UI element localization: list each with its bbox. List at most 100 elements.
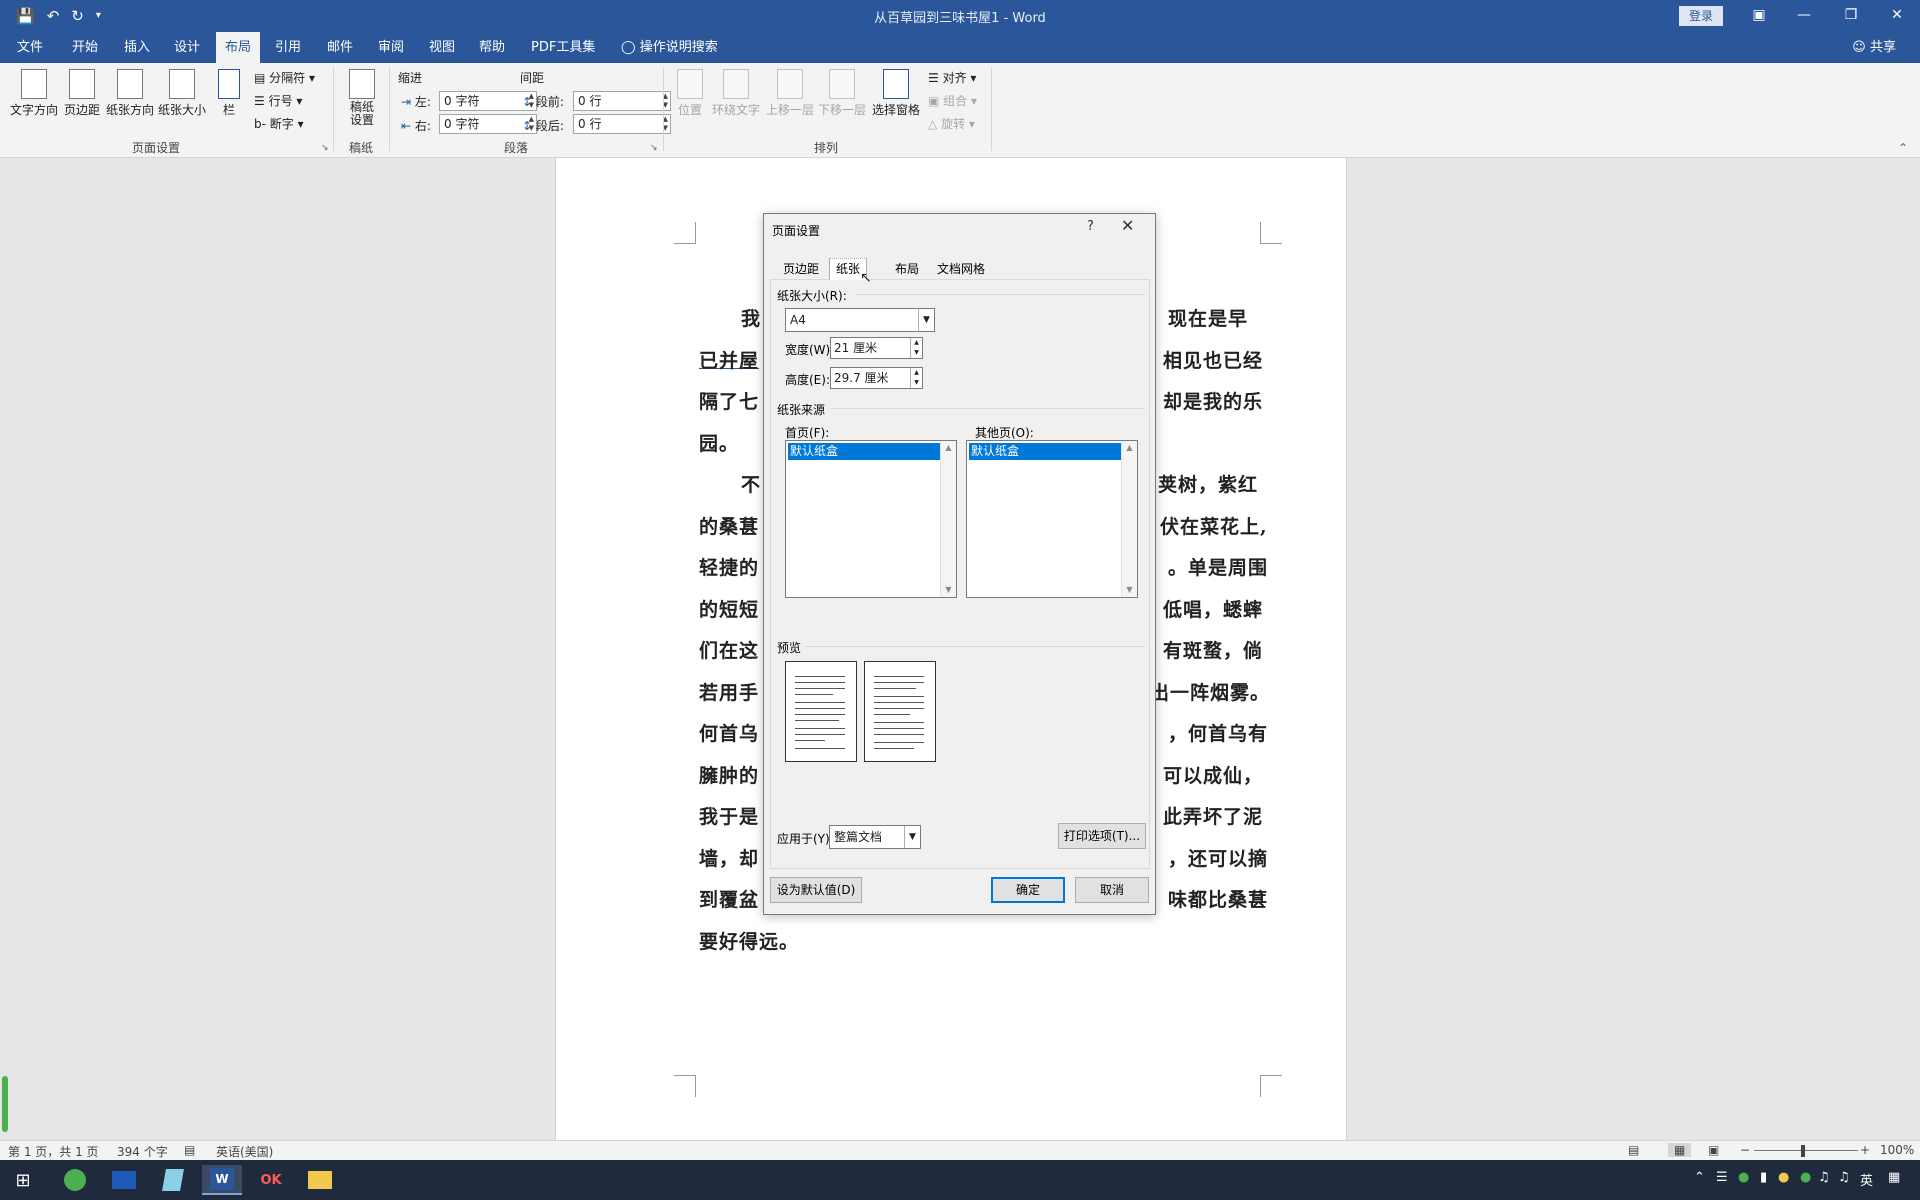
scroll-down-icon[interactable]: ▼ [1122, 583, 1137, 597]
zoom-level[interactable]: 100% [1880, 1143, 1914, 1157]
help-button[interactable]: ? [1087, 219, 1094, 234]
group-objects-button[interactable]: ▣ 组合 ▾ [928, 92, 977, 109]
file-explorer-icon[interactable] [300, 1165, 340, 1195]
spin-up-icon[interactable]: ▲ [910, 338, 922, 348]
chevron-down-icon[interactable]: ▼ [918, 309, 934, 331]
restore-icon[interactable]: ❐ [1828, 0, 1874, 32]
paragraph-launcher-icon[interactable]: ↘ [650, 143, 658, 153]
ime-mode-icon[interactable]: ▦ [1888, 1170, 1900, 1185]
close-window-icon[interactable]: ✕ [1874, 0, 1920, 32]
windows-start-icon[interactable]: ⊞ [3, 1165, 43, 1195]
paper-size-button[interactable]: 纸张大小 [156, 69, 208, 118]
tell-me-search[interactable]: ◯ 操作说明搜索 [612, 32, 727, 63]
tab-layout[interactable]: 布局 [888, 258, 926, 280]
collapse-ribbon-icon[interactable]: ⌃ [1898, 141, 1908, 155]
page-count[interactable]: 第 1 页，共 1 页 [8, 1143, 99, 1160]
proofing-icon[interactable]: ▤ [184, 1143, 195, 1157]
zoom-slider-thumb[interactable] [1801, 1145, 1805, 1157]
volume-icon[interactable]: ♫ [1838, 1170, 1850, 1185]
browser-icon[interactable] [55, 1165, 95, 1195]
scroll-up-icon[interactable]: ▲ [941, 441, 956, 455]
microphone-icon[interactable]: ♫ [1818, 1170, 1830, 1185]
spin-down-icon[interactable]: ▼ [910, 348, 922, 358]
read-mode-icon[interactable]: ▤ [1628, 1143, 1639, 1157]
network-icon[interactable]: ☰ [1716, 1170, 1728, 1185]
tab-pdf-tools[interactable]: PDF工具集 [522, 32, 604, 63]
chevron-up-icon[interactable]: ⌃ [1694, 1170, 1705, 1185]
ok-button[interactable]: 确定 [991, 877, 1065, 903]
scroll-down-icon[interactable]: ▼ [941, 583, 956, 597]
selection-pane-button[interactable]: 选择窗格 [868, 69, 924, 118]
tab-references[interactable]: 引用 [266, 32, 310, 63]
tab-mailings[interactable]: 邮件 [318, 32, 362, 63]
cancel-button[interactable]: 取消 [1075, 877, 1149, 903]
text-direction-button[interactable]: 文字方向 [8, 69, 60, 118]
close-icon[interactable]: ✕ [1121, 216, 1134, 235]
bring-forward-button[interactable]: 上移一层 [764, 69, 816, 118]
scroll-up-icon[interactable]: ▲ [1122, 441, 1137, 455]
first-page-selected-item[interactable]: 默认纸盒 [788, 443, 940, 460]
word-count[interactable]: 394 个字 [117, 1143, 168, 1160]
wrap-text-button[interactable]: 环绕文字 [710, 69, 762, 118]
app-tray-icon[interactable]: ● [1778, 1170, 1789, 1185]
tab-insert[interactable]: 插入 [115, 32, 159, 63]
paper-size-select[interactable]: A4 ▼ [785, 308, 935, 332]
tab-document-grid[interactable]: 文档网格 [930, 258, 992, 280]
align-button[interactable]: ☰ 对齐 ▾ [928, 69, 976, 86]
word-icon[interactable]: W [202, 1165, 242, 1195]
app-tray-icon[interactable]: ● [1738, 1170, 1749, 1185]
app-tray-icon[interactable]: ● [1800, 1170, 1811, 1185]
margins-button[interactable]: 页边距 [60, 69, 104, 118]
width-spinner[interactable]: 21 厘米 ▲ ▼ [830, 337, 923, 359]
send-backward-button[interactable]: 下移一层 [816, 69, 868, 118]
tab-file[interactable]: 文件 [8, 32, 52, 63]
ime-indicator[interactable]: 英 [1860, 1170, 1873, 1189]
chevron-down-icon[interactable]: ▼ [904, 826, 920, 848]
set-default-button[interactable]: 设为默认值(D) [770, 877, 862, 903]
language-status[interactable]: 英语(美国) [216, 1143, 273, 1160]
zoom-in-icon[interactable]: + [1860, 1143, 1870, 1157]
line-numbers-button[interactable]: ☰ 行号 ▾ [254, 92, 302, 109]
tab-margins[interactable]: 页边距 [776, 258, 826, 280]
zoom-out-icon[interactable]: − [1740, 1143, 1750, 1157]
scrollbar[interactable]: ▲ ▼ [1121, 441, 1137, 597]
apply-to-select[interactable]: 整篇文档 ▼ [829, 825, 921, 849]
spacing-after-spinner[interactable]: 0 行 ▲ ▼ [573, 114, 671, 134]
minimize-icon[interactable]: — [1781, 0, 1827, 32]
draft-paper-button[interactable]: 稿纸 设置 [344, 69, 380, 127]
print-options-button[interactable]: 打印选项(T)... [1058, 823, 1146, 849]
position-button[interactable]: 位置 [670, 69, 710, 118]
zoom-slider[interactable] [1754, 1150, 1858, 1151]
page-setup-launcher-icon[interactable]: ↘ [321, 143, 329, 153]
spacing-before-spinner[interactable]: 0 行 ▲ ▼ [573, 91, 671, 111]
scrollbar[interactable]: ▲ ▼ [940, 441, 956, 597]
document-text-line: 隔了七 [699, 391, 760, 413]
tab-layout[interactable]: 布局 [216, 32, 261, 63]
hyphenation-button[interactable]: b‑ 断字 ▾ [254, 115, 304, 132]
spin-down-icon[interactable]: ▼ [910, 378, 922, 388]
other-pages-selected-item[interactable]: 默认纸盒 [969, 443, 1121, 460]
ribbon-display-options-icon[interactable]: ▣ [1736, 0, 1782, 32]
web-layout-icon[interactable]: ▣ [1708, 1143, 1719, 1157]
tab-review[interactable]: 审阅 [369, 32, 413, 63]
orientation-button[interactable]: 纸张方向 [104, 69, 156, 118]
height-spinner[interactable]: 29.7 厘米 ▲ ▼ [830, 367, 923, 389]
login-button[interactable]: 登录 [1679, 6, 1723, 26]
print-layout-icon[interactable]: ▦ [1668, 1143, 1692, 1157]
tab-home[interactable]: 开始 [63, 32, 107, 63]
first-page-listbox[interactable]: 默认纸盒 ▲ ▼ [785, 440, 957, 598]
spin-up-icon[interactable]: ▲ [910, 368, 922, 378]
video-editor-icon[interactable] [104, 1165, 144, 1195]
breaks-button[interactable]: ▤ 分隔符 ▾ [254, 69, 315, 86]
columns-button[interactable]: 栏 [214, 69, 244, 118]
notes-icon[interactable] [153, 1165, 193, 1195]
rotate-button[interactable]: △ 旋转 ▾ [928, 115, 975, 132]
indent-right-label: ⇤ 右: [401, 117, 431, 134]
ok-app-icon[interactable]: OK [251, 1165, 291, 1195]
other-pages-listbox[interactable]: 默认纸盒 ▲ ▼ [966, 440, 1138, 598]
share-button[interactable]: ☺ 共享 [1852, 32, 1896, 63]
tab-design[interactable]: 设计 [165, 32, 209, 63]
tab-help[interactable]: 帮助 [470, 32, 514, 63]
battery-icon[interactable]: ▮ [1760, 1170, 1767, 1185]
tab-view[interactable]: 视图 [420, 32, 464, 63]
